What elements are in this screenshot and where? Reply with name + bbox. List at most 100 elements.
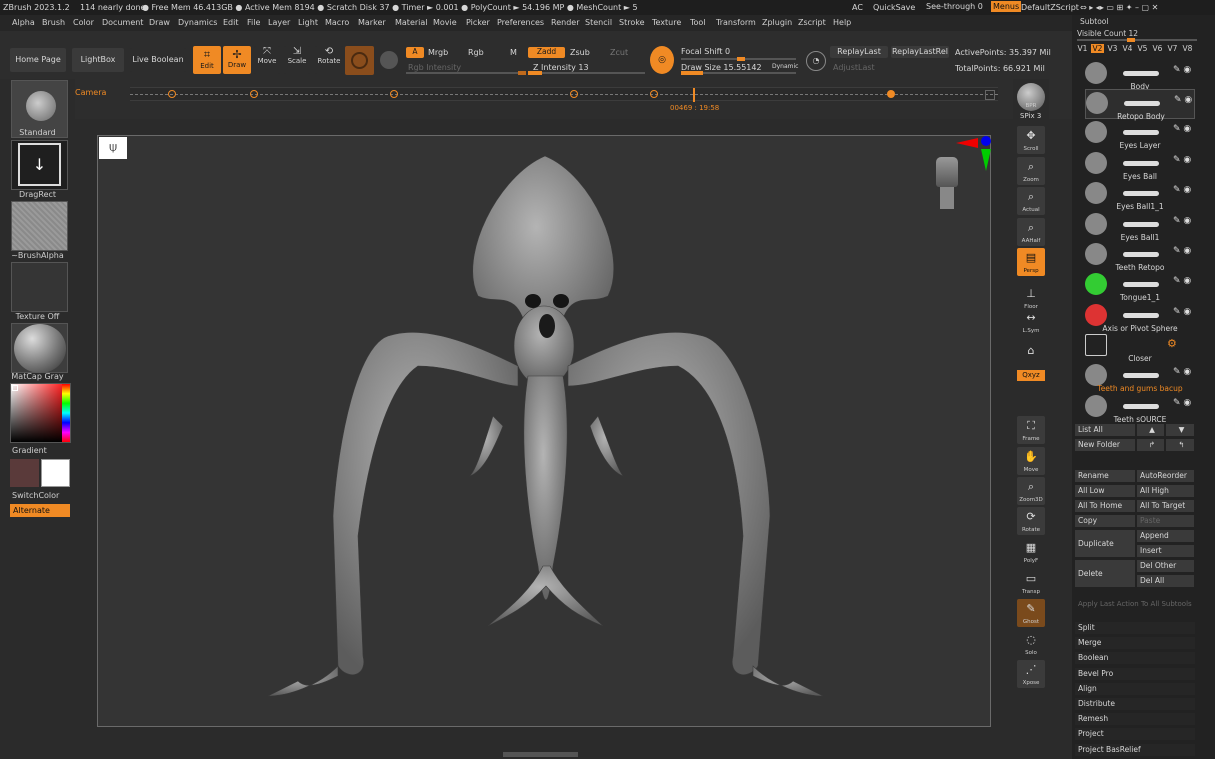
move-button[interactable]: ⤧ Move — [254, 46, 280, 74]
section-bevel-pro[interactable]: Bevel Pro — [1075, 667, 1195, 680]
version-tab-v6[interactable]: V6 — [1151, 44, 1164, 53]
section-split[interactable]: Split — [1075, 622, 1195, 634]
mrgb-button[interactable]: Mrgb — [428, 48, 448, 57]
home-page-button[interactable]: Home Page — [10, 48, 66, 72]
subtool-item[interactable]: Teeth sOURCE ✎ ◉ — [1085, 393, 1195, 424]
scroll-button[interactable]: ✥ Scroll — [1017, 126, 1045, 154]
eye-icon[interactable]: ✎ ◉ — [1173, 155, 1191, 165]
version-tab-v8[interactable]: V8 — [1181, 44, 1194, 53]
sculptris-icon[interactable]: ◎ — [650, 46, 674, 74]
alternate-button[interactable]: Alternate — [10, 504, 70, 517]
texture-thumbnail[interactable] — [11, 262, 68, 312]
subtool-item[interactable]: Eyes Layer ✎ ◉ — [1085, 119, 1195, 150]
viewport-canvas[interactable]: ⍦ — [97, 135, 991, 727]
timeline-keyframe[interactable] — [570, 90, 578, 98]
autoreorder-button[interactable]: AutoReorder — [1137, 470, 1194, 482]
section-align[interactable]: Align — [1075, 682, 1195, 695]
rgb-button[interactable]: Rgb — [468, 48, 484, 57]
polyf-button[interactable]: ▦ PolyF — [1017, 538, 1045, 566]
timeline-keyframe[interactable] — [390, 90, 398, 98]
dynamic-mode-icon[interactable]: ◔ — [806, 51, 826, 71]
menu-dynamics[interactable]: Dynamics — [178, 18, 217, 27]
eye-icon[interactable]: ✎ ◉ — [1173, 276, 1191, 286]
section-remesh[interactable]: Remesh — [1075, 713, 1195, 726]
xpose-button[interactable]: ⋰ Xpose — [1017, 660, 1045, 688]
bpr-button[interactable]: BPR — [1017, 83, 1045, 111]
subtool-item[interactable]: Tongue1_1 ✎ ◉ — [1085, 271, 1195, 302]
subtool-visibility-toggle[interactable] — [1123, 130, 1159, 135]
undo-icon[interactable]: ↰ — [1166, 439, 1194, 451]
rotate-button[interactable]: ⟲ Rotate — [315, 46, 343, 74]
menu-file[interactable]: File — [247, 18, 260, 27]
section-project[interactable]: Project — [1075, 728, 1195, 741]
menu-movie[interactable]: Movie — [433, 18, 457, 27]
lightbox-button[interactable]: LightBox — [72, 48, 124, 72]
subtool-item[interactable]: Eyes Ball ✎ ◉ — [1085, 150, 1195, 181]
lsym-button[interactable]: ↔ L.Sym — [1017, 308, 1045, 336]
menu-render[interactable]: Render — [551, 18, 579, 27]
bottom-tray-handle[interactable] — [503, 752, 578, 757]
subtool-visibility-toggle[interactable] — [1123, 191, 1159, 196]
see-through-slider[interactable]: See-through 0 — [926, 2, 983, 11]
ghost-button[interactable]: ✎ Ghost — [1017, 599, 1045, 627]
zoom-button[interactable]: ⌕ Zoom — [1017, 157, 1045, 185]
timeline-keyframe-active[interactable] — [887, 90, 895, 98]
subtool-item[interactable]: Axis or Pivot Sphere ✎ ◉ — [1085, 302, 1195, 333]
scale-button[interactable]: ⇲ Scale — [284, 46, 310, 74]
zsub-button[interactable]: Zsub — [570, 48, 590, 57]
menu-tool[interactable]: Tool — [690, 18, 706, 27]
draw-size-track[interactable] — [681, 71, 796, 75]
hue-strip[interactable] — [62, 384, 70, 442]
zcut-button[interactable]: Zcut — [610, 48, 628, 57]
adjust-last-slider[interactable]: AdjustLast — [833, 63, 875, 72]
menu-zplugin[interactable]: Zplugin — [762, 18, 792, 27]
material-swatch[interactable] — [345, 46, 374, 75]
menu-material[interactable]: Material — [395, 18, 428, 27]
gradient-label[interactable]: Gradient — [12, 446, 47, 455]
rgb-intensity-track[interactable] — [406, 71, 526, 75]
color-picker[interactable] — [10, 383, 71, 443]
menu-help[interactable]: Help — [833, 18, 851, 27]
rgb-intensity-knob[interactable] — [518, 71, 526, 75]
focal-shift-knob[interactable] — [737, 57, 745, 61]
section-merge[interactable]: Merge — [1075, 637, 1195, 650]
eye-icon[interactable]: ✎ ◉ — [1173, 124, 1191, 134]
stroke-thumbnail[interactable]: ↓ — [11, 140, 68, 190]
menu-draw[interactable]: Draw — [149, 18, 170, 27]
menus-toggle[interactable]: Menus — [991, 1, 1022, 12]
menu-stroke[interactable]: Stroke — [619, 18, 645, 27]
subtool-visibility-toggle[interactable] — [1123, 252, 1159, 257]
move-up-icon[interactable]: ▲ — [1137, 424, 1164, 436]
edit-button[interactable]: ⌗ Edit — [193, 46, 221, 74]
zoom3d-button[interactable]: ⌕ Zoom3D — [1017, 477, 1045, 505]
all-to-target-button[interactable]: All To Target — [1137, 500, 1194, 512]
subtool-item[interactable]: Closer ⚙ — [1085, 332, 1195, 363]
subtool-item[interactable]: Body ✎ ◉ — [1085, 60, 1195, 91]
dynamic-label[interactable]: Dynamic — [772, 63, 798, 70]
actual-button[interactable]: ⌕ Actual — [1017, 187, 1045, 215]
quicksave-button[interactable]: QuickSave — [873, 3, 915, 12]
alien-creature-model[interactable] — [98, 136, 992, 728]
menu-edit[interactable]: Edit — [223, 18, 239, 27]
eye-icon[interactable]: ✎ ◉ — [1174, 95, 1192, 105]
menu-marker[interactable]: Marker — [358, 18, 386, 27]
rename-button[interactable]: Rename — [1075, 470, 1135, 482]
subtool-visibility-toggle[interactable] — [1123, 373, 1159, 378]
delete-button[interactable]: Delete — [1075, 560, 1135, 587]
zadd-button[interactable]: Zadd — [528, 47, 565, 58]
replay-last-button[interactable]: ReplayLast — [830, 46, 888, 58]
version-tab-v1[interactable]: V1 — [1076, 44, 1089, 53]
section-boolean[interactable]: Boolean — [1075, 652, 1195, 665]
rotate-view-button[interactable]: ⟳ Rotate — [1017, 507, 1045, 535]
primary-color-swatch[interactable] — [41, 459, 70, 487]
menu-color[interactable]: Color — [73, 18, 94, 27]
version-tab-v3[interactable]: V3 — [1106, 44, 1119, 53]
secondary-color-swatch[interactable] — [10, 459, 39, 487]
timeline-track[interactable] — [130, 87, 998, 102]
append-button[interactable]: Append — [1137, 530, 1194, 542]
transp-button[interactable]: ▭ Transp — [1017, 569, 1045, 597]
ac-label[interactable]: AC — [852, 3, 863, 12]
menu-transform[interactable]: Transform — [716, 18, 756, 27]
lock-button[interactable]: ⌂ — [1017, 341, 1045, 369]
draw-button[interactable]: ✢ Draw — [223, 46, 251, 74]
